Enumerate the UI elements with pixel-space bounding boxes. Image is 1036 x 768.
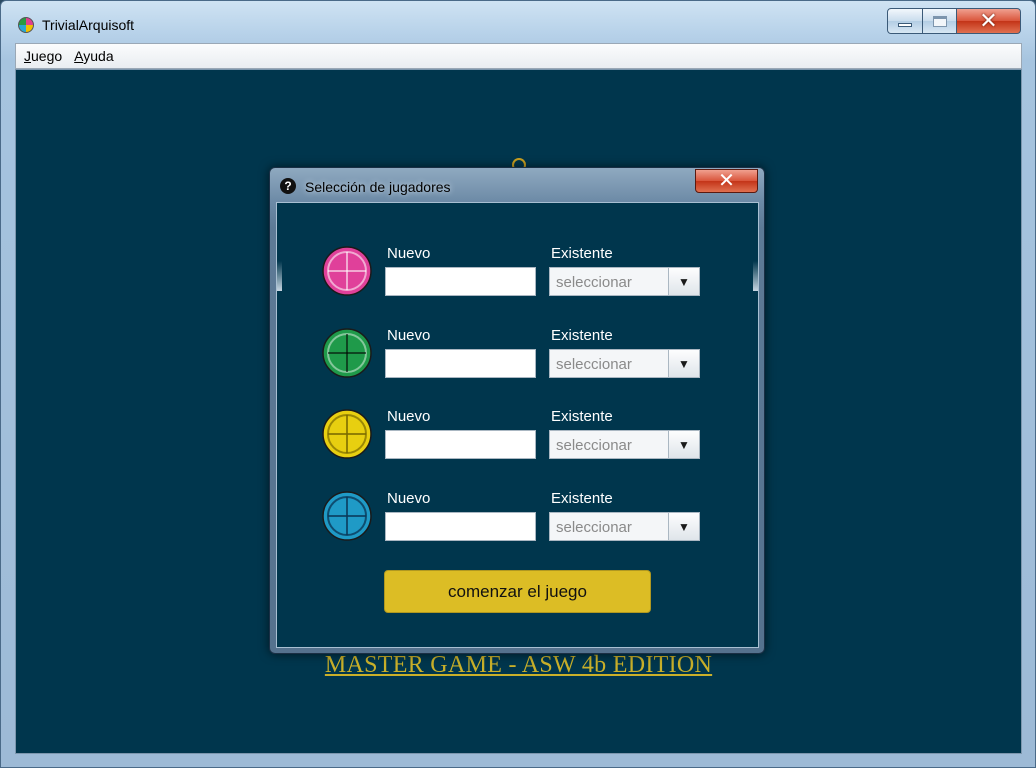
player-token-icon	[322, 409, 372, 459]
title-bar[interactable]: TrivialArquisoft ✕	[1, 1, 1035, 43]
help-icon: ?	[280, 178, 296, 194]
dialog-close-button[interactable]: ✕	[695, 169, 758, 193]
chevron-down-icon: ▼	[678, 437, 690, 452]
dropdown-arrow-button[interactable]: ▼	[668, 513, 699, 540]
new-player-label: Nuevo	[387, 408, 431, 425]
chevron-down-icon: ▼	[678, 356, 690, 371]
player-row: Nuevo Existente seleccionar ▼	[277, 408, 758, 478]
new-player-name-input[interactable]	[385, 267, 536, 296]
dropdown-arrow-button[interactable]: ▼	[668, 350, 699, 377]
existing-player-select[interactable]: seleccionar ▼	[549, 349, 700, 378]
chevron-down-icon: ▼	[678, 274, 690, 289]
minimize-icon	[898, 23, 912, 27]
dialog-title: Selección de jugadores	[305, 179, 451, 195]
new-player-name-input[interactable]	[385, 512, 536, 541]
new-player-label: Nuevo	[387, 327, 431, 344]
minimize-button[interactable]	[887, 8, 923, 34]
game-title-link[interactable]: MASTER GAME - ASW 4b EDITION	[16, 652, 1021, 679]
existing-player-label: Existente	[551, 327, 613, 344]
player-selection-dialog: ? Selección de jugadores ✕ Nuevo Existen…	[269, 167, 765, 654]
existing-player-label: Existente	[551, 490, 613, 507]
close-icon: ✕	[718, 170, 735, 192]
player-token-icon	[322, 491, 372, 541]
existing-player-label: Existente	[551, 245, 613, 262]
existing-player-select[interactable]: seleccionar ▼	[549, 267, 700, 296]
close-button[interactable]: ✕	[957, 8, 1021, 34]
dropdown-arrow-button[interactable]: ▼	[668, 431, 699, 458]
close-icon: ✕	[979, 8, 998, 33]
new-player-label: Nuevo	[387, 490, 431, 507]
menu-ayuda[interactable]: Ayuda	[74, 48, 113, 64]
menu-juego[interactable]: Juego	[24, 48, 62, 64]
start-game-button[interactable]: comenzar el juego	[384, 570, 651, 613]
player-row: Nuevo Existente seleccionar ▼	[277, 327, 758, 397]
player-row: Nuevo Existente seleccionar ▼	[277, 490, 758, 560]
new-player-name-input[interactable]	[385, 349, 536, 378]
select-value: seleccionar	[556, 356, 632, 373]
existing-player-select[interactable]: seleccionar ▼	[549, 512, 700, 541]
maximize-button[interactable]	[923, 8, 957, 34]
maximize-icon	[932, 15, 947, 27]
existing-player-label: Existente	[551, 408, 613, 425]
new-player-label: Nuevo	[387, 245, 431, 262]
dialog-content: Nuevo Existente seleccionar ▼ Nuevo Exis…	[276, 202, 759, 648]
player-token-icon	[322, 328, 372, 378]
select-value: seleccionar	[556, 519, 632, 536]
app-icon	[18, 17, 34, 33]
existing-player-select[interactable]: seleccionar ▼	[549, 430, 700, 459]
window-title: TrivialArquisoft	[42, 17, 135, 33]
menu-bar: Juego Ayuda	[15, 43, 1022, 69]
dropdown-arrow-button[interactable]: ▼	[668, 268, 699, 295]
new-player-name-input[interactable]	[385, 430, 536, 459]
caption-buttons: ✕	[887, 8, 1021, 34]
chevron-down-icon: ▼	[678, 519, 690, 534]
select-value: seleccionar	[556, 437, 632, 454]
player-row: Nuevo Existente seleccionar ▼	[277, 245, 758, 315]
select-value: seleccionar	[556, 274, 632, 291]
player-token-icon	[322, 246, 372, 296]
